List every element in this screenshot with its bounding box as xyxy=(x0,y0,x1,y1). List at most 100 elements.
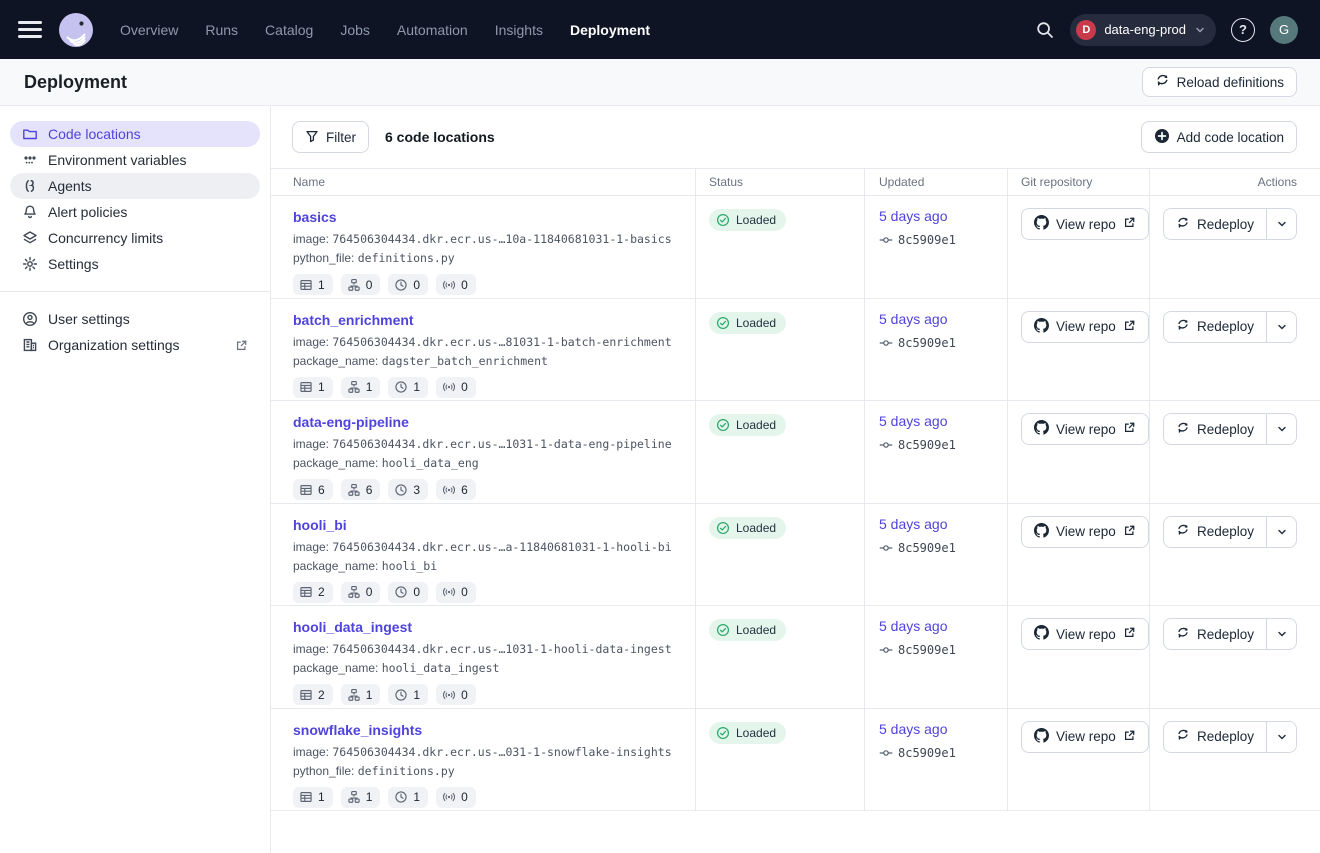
primary-nav: Overview Runs Catalog Jobs Automation Insight… xyxy=(120,22,650,38)
github-icon xyxy=(1034,215,1049,233)
image-line: image: 764506304434.dkr.ecr.us-…10a-1184… xyxy=(293,232,679,246)
redeploy-button[interactable]: Redeploy xyxy=(1164,414,1266,444)
sidebar-item-agents[interactable]: Agents xyxy=(10,173,260,199)
jobs-count-chip: 0 xyxy=(341,582,381,603)
sensor-icon xyxy=(442,278,456,292)
sensors-count-chip: 0 xyxy=(436,274,476,295)
status-badge: Loaded xyxy=(709,722,786,744)
sidebar-item-user-settings[interactable]: User settings xyxy=(10,306,260,332)
updated-timestamp-link[interactable]: 5 days ago xyxy=(879,413,948,429)
git-commit-icon xyxy=(879,233,893,247)
redeploy-dropdown-button[interactable] xyxy=(1266,414,1296,444)
redeploy-dropdown-button[interactable] xyxy=(1266,517,1296,547)
updated-timestamp-link[interactable]: 5 days ago xyxy=(879,618,948,634)
header-name: Name xyxy=(271,169,696,195)
git-commit-icon xyxy=(879,643,893,657)
sensors-count-chip: 6 xyxy=(436,479,476,500)
commit-line: 8c5909e1 xyxy=(879,233,1007,247)
reload-definitions-button[interactable]: Reload definitions xyxy=(1142,67,1297,97)
dagster-logo-icon[interactable] xyxy=(58,12,94,48)
updated-timestamp-link[interactable]: 5 days ago xyxy=(879,311,948,327)
redeploy-button[interactable]: Redeploy xyxy=(1164,517,1266,547)
deployment-switcher[interactable]: D data-eng-prod xyxy=(1070,14,1216,46)
redeploy-icon xyxy=(1176,421,1190,438)
redeploy-button[interactable]: Redeploy xyxy=(1164,619,1266,649)
view-repo-button[interactable]: View repo xyxy=(1021,413,1149,445)
redeploy-split-button: Redeploy xyxy=(1163,618,1297,650)
redeploy-button[interactable]: Redeploy xyxy=(1164,209,1266,239)
external-link-icon xyxy=(1123,524,1136,540)
external-link-icon xyxy=(235,339,248,352)
assets-icon xyxy=(299,278,313,292)
jobs-graph-icon xyxy=(347,483,361,497)
commit-line: 8c5909e1 xyxy=(879,541,1007,555)
nav-item-overview[interactable]: Overview xyxy=(120,22,178,38)
commit-line: 8c5909e1 xyxy=(879,746,1007,760)
sidebar-item-code-locations[interactable]: Code locations xyxy=(10,121,260,147)
status-badge: Loaded xyxy=(709,517,786,539)
code-locations-table: Name Status Updated Git repository Actio… xyxy=(271,168,1320,811)
sidebar-item-settings[interactable]: Settings xyxy=(10,251,260,277)
redeploy-split-button: Redeploy xyxy=(1163,516,1297,548)
view-repo-button[interactable]: View repo xyxy=(1021,618,1149,650)
view-repo-button[interactable]: View repo xyxy=(1021,721,1149,753)
assets-icon xyxy=(299,380,313,394)
code-location-link[interactable]: hooli_data_ingest xyxy=(293,619,412,635)
external-link-icon xyxy=(1123,421,1136,437)
sidebar-item-alert-policies[interactable]: Alert policies xyxy=(10,199,260,225)
add-code-location-button[interactable]: Add code location xyxy=(1141,121,1297,153)
redeploy-dropdown-button[interactable] xyxy=(1266,619,1296,649)
redeploy-split-button: Redeploy xyxy=(1163,208,1297,240)
code-location-link[interactable]: hooli_bi xyxy=(293,517,347,533)
sidebar-item-label: Concurrency limits xyxy=(48,230,163,246)
gear-icon xyxy=(22,256,38,272)
redeploy-dropdown-button[interactable] xyxy=(1266,209,1296,239)
avatar[interactable]: G xyxy=(1270,16,1298,44)
nav-item-deployment[interactable]: Deployment xyxy=(570,22,650,38)
updated-timestamp-link[interactable]: 5 days ago xyxy=(879,721,948,737)
deployment-badge: D xyxy=(1076,20,1096,40)
nav-item-catalog[interactable]: Catalog xyxy=(265,22,313,38)
sidebar: Code locationsEnvironment variablesAgent… xyxy=(0,106,271,853)
redeploy-split-button: Redeploy xyxy=(1163,413,1297,445)
redeploy-button[interactable]: Redeploy xyxy=(1164,722,1266,752)
nav-item-jobs[interactable]: Jobs xyxy=(340,22,370,38)
jobs-count-chip: 1 xyxy=(341,684,381,705)
main-panel: Filter 6 code locations Add code locatio… xyxy=(271,106,1320,853)
code-location-link[interactable]: batch_enrichment xyxy=(293,312,414,328)
view-repo-button[interactable]: View repo xyxy=(1021,208,1149,240)
redeploy-dropdown-button[interactable] xyxy=(1266,722,1296,752)
redeploy-button[interactable]: Redeploy xyxy=(1164,312,1266,342)
assets-icon xyxy=(299,585,313,599)
clock-icon xyxy=(394,688,408,702)
file-line: package_name: hooli_bi xyxy=(293,559,679,573)
nav-item-insights[interactable]: Insights xyxy=(495,22,543,38)
nav-item-automation[interactable]: Automation xyxy=(397,22,468,38)
table-row: hooli_bi image: 764506304434.dkr.ecr.us-… xyxy=(271,504,1320,607)
sidebar-item-organization-settings[interactable]: Organization settings xyxy=(10,332,260,358)
check-circle-icon xyxy=(716,726,730,740)
search-icon[interactable] xyxy=(1035,20,1055,40)
code-location-link[interactable]: snowflake_insights xyxy=(293,722,422,738)
help-icon[interactable]: ? xyxy=(1231,18,1255,42)
clock-icon xyxy=(394,790,408,804)
hamburger-menu-icon[interactable] xyxy=(18,21,42,38)
code-location-link[interactable]: data-eng-pipeline xyxy=(293,414,409,430)
redeploy-dropdown-button[interactable] xyxy=(1266,312,1296,342)
updated-timestamp-link[interactable]: 5 days ago xyxy=(879,516,948,532)
commit-line: 8c5909e1 xyxy=(879,336,1007,350)
updated-timestamp-link[interactable]: 5 days ago xyxy=(879,208,948,224)
view-repo-button[interactable]: View repo xyxy=(1021,516,1149,548)
external-link-icon xyxy=(1123,319,1136,335)
file-line: python_file: definitions.py xyxy=(293,764,679,778)
redeploy-icon xyxy=(1176,318,1190,335)
nav-item-runs[interactable]: Runs xyxy=(205,22,238,38)
filter-button[interactable]: Filter xyxy=(292,121,369,153)
code-location-link[interactable]: basics xyxy=(293,209,337,225)
assets-count-chip: 1 xyxy=(293,274,333,295)
count-chips: 2 1 1 0 xyxy=(293,684,679,705)
sidebar-item-environment-variables[interactable]: Environment variables xyxy=(10,147,260,173)
view-repo-button[interactable]: View repo xyxy=(1021,311,1149,343)
sidebar-item-concurrency-limits[interactable]: Concurrency limits xyxy=(10,225,260,251)
image-line: image: 764506304434.dkr.ecr.us-…1031-1-h… xyxy=(293,642,679,656)
